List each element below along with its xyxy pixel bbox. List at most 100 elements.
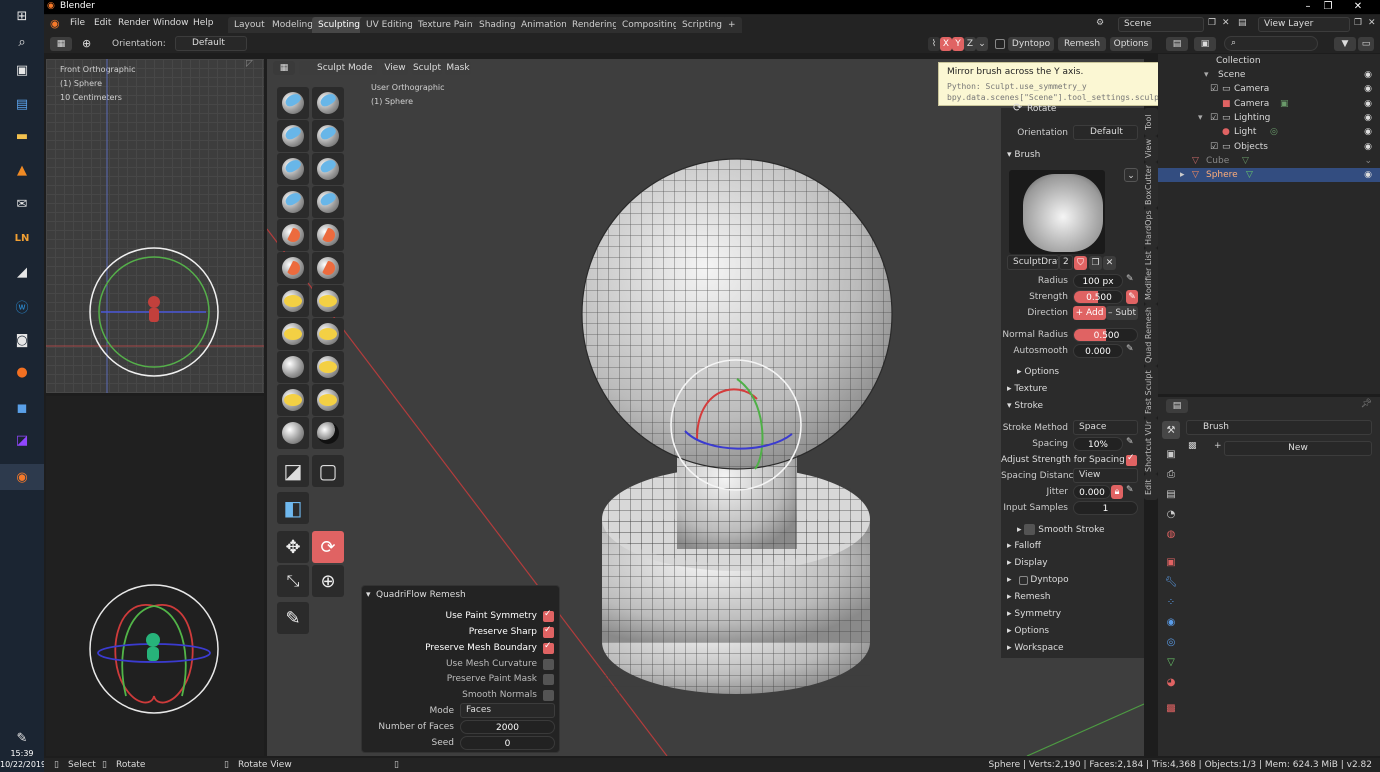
scene-name-field[interactable]: Scene (1118, 17, 1204, 32)
autosmooth-pressure-icon[interactable]: ✎ (1126, 344, 1134, 354)
outliner-row-lighting[interactable]: ▾ ☑ ▭ Lighting ◉ (1158, 111, 1380, 125)
jitter-field[interactable]: 0.000 (1073, 485, 1111, 499)
strength-pressure-icon[interactable]: ✎ (1126, 290, 1138, 304)
menu-mask[interactable]: Mask (445, 61, 471, 75)
object-properties-tab[interactable]: ▣ (1162, 553, 1180, 571)
nudge-brush-tool[interactable] (277, 351, 309, 383)
spacing-field[interactable]: 10% (1073, 437, 1123, 451)
quadriflow-collapse-icon[interactable]: ▾ (366, 590, 371, 600)
new-collection-icon[interactable]: ▭ (1358, 37, 1374, 51)
seed-field[interactable]: 0 (460, 736, 555, 750)
menu-edit[interactable]: Edit (94, 18, 111, 28)
box-hide-tool[interactable]: ▢ (312, 455, 344, 487)
filter-icon[interactable]: ▼ (1334, 37, 1356, 51)
menu-file[interactable]: File (70, 18, 85, 28)
input-samples-field[interactable]: 1 (1073, 501, 1138, 515)
blender-menu-icon[interactable]: ◉ (50, 17, 60, 30)
mail-icon[interactable]: ✉ (10, 194, 34, 214)
scene-properties-tab[interactable]: ◔ (1162, 505, 1180, 523)
menu-help[interactable]: Help (193, 18, 214, 28)
symmetry-dropdown[interactable]: ⌄ (976, 37, 988, 51)
remesh-dropdown[interactable]: Remesh (1058, 37, 1106, 51)
normal-radius-field[interactable]: 0.500 (1073, 328, 1138, 342)
spacing-pressure-icon[interactable]: ✎ (1126, 437, 1134, 447)
eye-icon[interactable]: ◉ (1364, 68, 1372, 82)
blender-taskbar-icon[interactable]: ◉ (0, 464, 44, 490)
jitter-lock-icon[interactable]: 🔒︎ (1111, 485, 1123, 499)
outliner-editor-type-icon[interactable]: ▤ (1166, 37, 1188, 51)
brush-preset-dropdown[interactable]: ⌄ (1124, 168, 1138, 182)
tool-properties-tab[interactable]: ⚒ (1162, 421, 1180, 439)
mode-dropdown[interactable]: Faces (460, 703, 555, 718)
strength-field[interactable]: 0.500 (1073, 290, 1123, 304)
thumb-brush-tool[interactable] (312, 318, 344, 350)
twitch-icon[interactable]: ◪ (10, 430, 34, 450)
w-app-icon[interactable]: ⓦ (10, 296, 34, 316)
outliner-row-camera-collection[interactable]: ☑ ▭ Camera ◉ (1158, 82, 1380, 96)
brush-name-field[interactable]: SculptDraw (1007, 255, 1059, 270)
sidebar-tab-edit[interactable]: Edit (1144, 474, 1158, 500)
viewport-editor-type-icon[interactable]: ▦ (273, 61, 295, 75)
draw-sharp-brush-tool[interactable] (312, 87, 344, 119)
remesh-section-header[interactable]: ▸ Remesh (1007, 592, 1050, 602)
disk-app-icon[interactable]: ◙ (10, 330, 34, 350)
brush-browse-icon[interactable]: ▩ (1188, 441, 1197, 451)
delete-scene-icon[interactable]: ✕ (1222, 18, 1230, 28)
unlink-brush-icon[interactable]: ✕ (1103, 256, 1116, 270)
search-icon[interactable]: ⌕ (10, 32, 34, 52)
constraints-properties-tab[interactable]: ◎ (1162, 633, 1180, 651)
pen-icon[interactable]: ✎ (10, 728, 34, 748)
brush-preview-icon[interactable] (1009, 170, 1105, 254)
outliner-row-sphere[interactable]: ▸ ▽ Sphere ▽ ◉ (1158, 168, 1380, 182)
mask-brush-tool[interactable] (312, 417, 344, 449)
dyntopo-section-header[interactable]: ▸ Dyntopo (1007, 575, 1069, 585)
smooth-stroke-checkbox[interactable] (1024, 524, 1036, 535)
menu-sculpt[interactable]: Sculpt (412, 61, 442, 75)
sidebar-tab-view[interactable]: View (1144, 136, 1158, 162)
sidebar-tab-shortcut-vur[interactable]: Shortcut VUr (1144, 418, 1158, 474)
outliner-row-scene[interactable]: ▾ Scene ◉ (1158, 68, 1380, 82)
pin-icon[interactable]: 📌︎ (1361, 399, 1372, 409)
discord-app-icon[interactable]: ◼ (10, 398, 34, 418)
transform-tool[interactable]: ⊕ (312, 565, 344, 597)
fake-user-icon[interactable]: ⛉ (1074, 256, 1087, 270)
texture-properties-tab[interactable]: ▩ (1162, 699, 1180, 717)
tab-sculpting[interactable]: Sculpting (312, 17, 367, 33)
output-properties-tab[interactable]: ⎙ (1162, 465, 1180, 483)
brush-users-count[interactable]: 2 (1059, 255, 1073, 270)
simplify-brush-tool[interactable] (277, 417, 309, 449)
options-dropdown[interactable]: Options (1110, 37, 1152, 51)
mesh-data-properties-tab[interactable]: ▽ (1162, 653, 1180, 671)
smooth-normals-checkbox[interactable] (543, 690, 554, 701)
copy-view-layer-icon[interactable]: ❐ (1354, 18, 1362, 28)
display-mode-icon[interactable]: ▣ (1194, 37, 1216, 51)
modifier-properties-tab[interactable]: 🔧︎ (1162, 573, 1180, 591)
duplicate-brush-icon[interactable]: ❐ (1089, 256, 1102, 270)
crease-brush-tool[interactable] (312, 186, 344, 218)
direction-add-button[interactable]: + Add (1073, 306, 1106, 320)
render-properties-tab[interactable]: ▣ (1162, 445, 1180, 463)
outliner-row-collection[interactable]: Collection (1158, 54, 1380, 68)
sidebar-tab-hardops[interactable]: HardOps (1144, 208, 1158, 248)
new-brush-plus-icon[interactable]: + (1214, 441, 1222, 451)
display-section-header[interactable]: ▸ Display (1007, 558, 1048, 568)
active-tool-icon[interactable]: ⊕ (82, 37, 91, 50)
new-brush-button[interactable]: New (1224, 441, 1372, 456)
brush-options-subpanel[interactable]: ▸ Options (1017, 367, 1059, 377)
ln-app-icon[interactable]: LN (10, 228, 34, 248)
symmetry-y-toggle[interactable]: Y (952, 37, 964, 51)
slide-relax-brush-tool[interactable] (277, 384, 309, 416)
eye-icon[interactable]: ◉ (1364, 82, 1372, 96)
tool-app-icon[interactable]: ◢ (10, 262, 34, 282)
number-of-faces-field[interactable]: 2000 (460, 720, 555, 734)
view-layer-icon[interactable]: ▤ (1238, 18, 1247, 28)
smooth-brush-tool[interactable] (277, 219, 309, 251)
outliner-row-light[interactable]: ● Light ◎ ◉ (1158, 125, 1380, 139)
radius-pressure-icon[interactable]: ✎ (1126, 274, 1134, 284)
sidebar-tab-quad-remesh[interactable]: Quad Remesh (1144, 304, 1158, 366)
fill-brush-tool[interactable] (277, 252, 309, 284)
particles-properties-tab[interactable]: ⁘ (1162, 593, 1180, 611)
texture-section-header[interactable]: ▸ Texture (1007, 384, 1047, 394)
sidebar-tab-boxcutter[interactable]: BoxCutter (1144, 162, 1158, 208)
stroke-method-dropdown[interactable]: Space (1073, 420, 1138, 435)
